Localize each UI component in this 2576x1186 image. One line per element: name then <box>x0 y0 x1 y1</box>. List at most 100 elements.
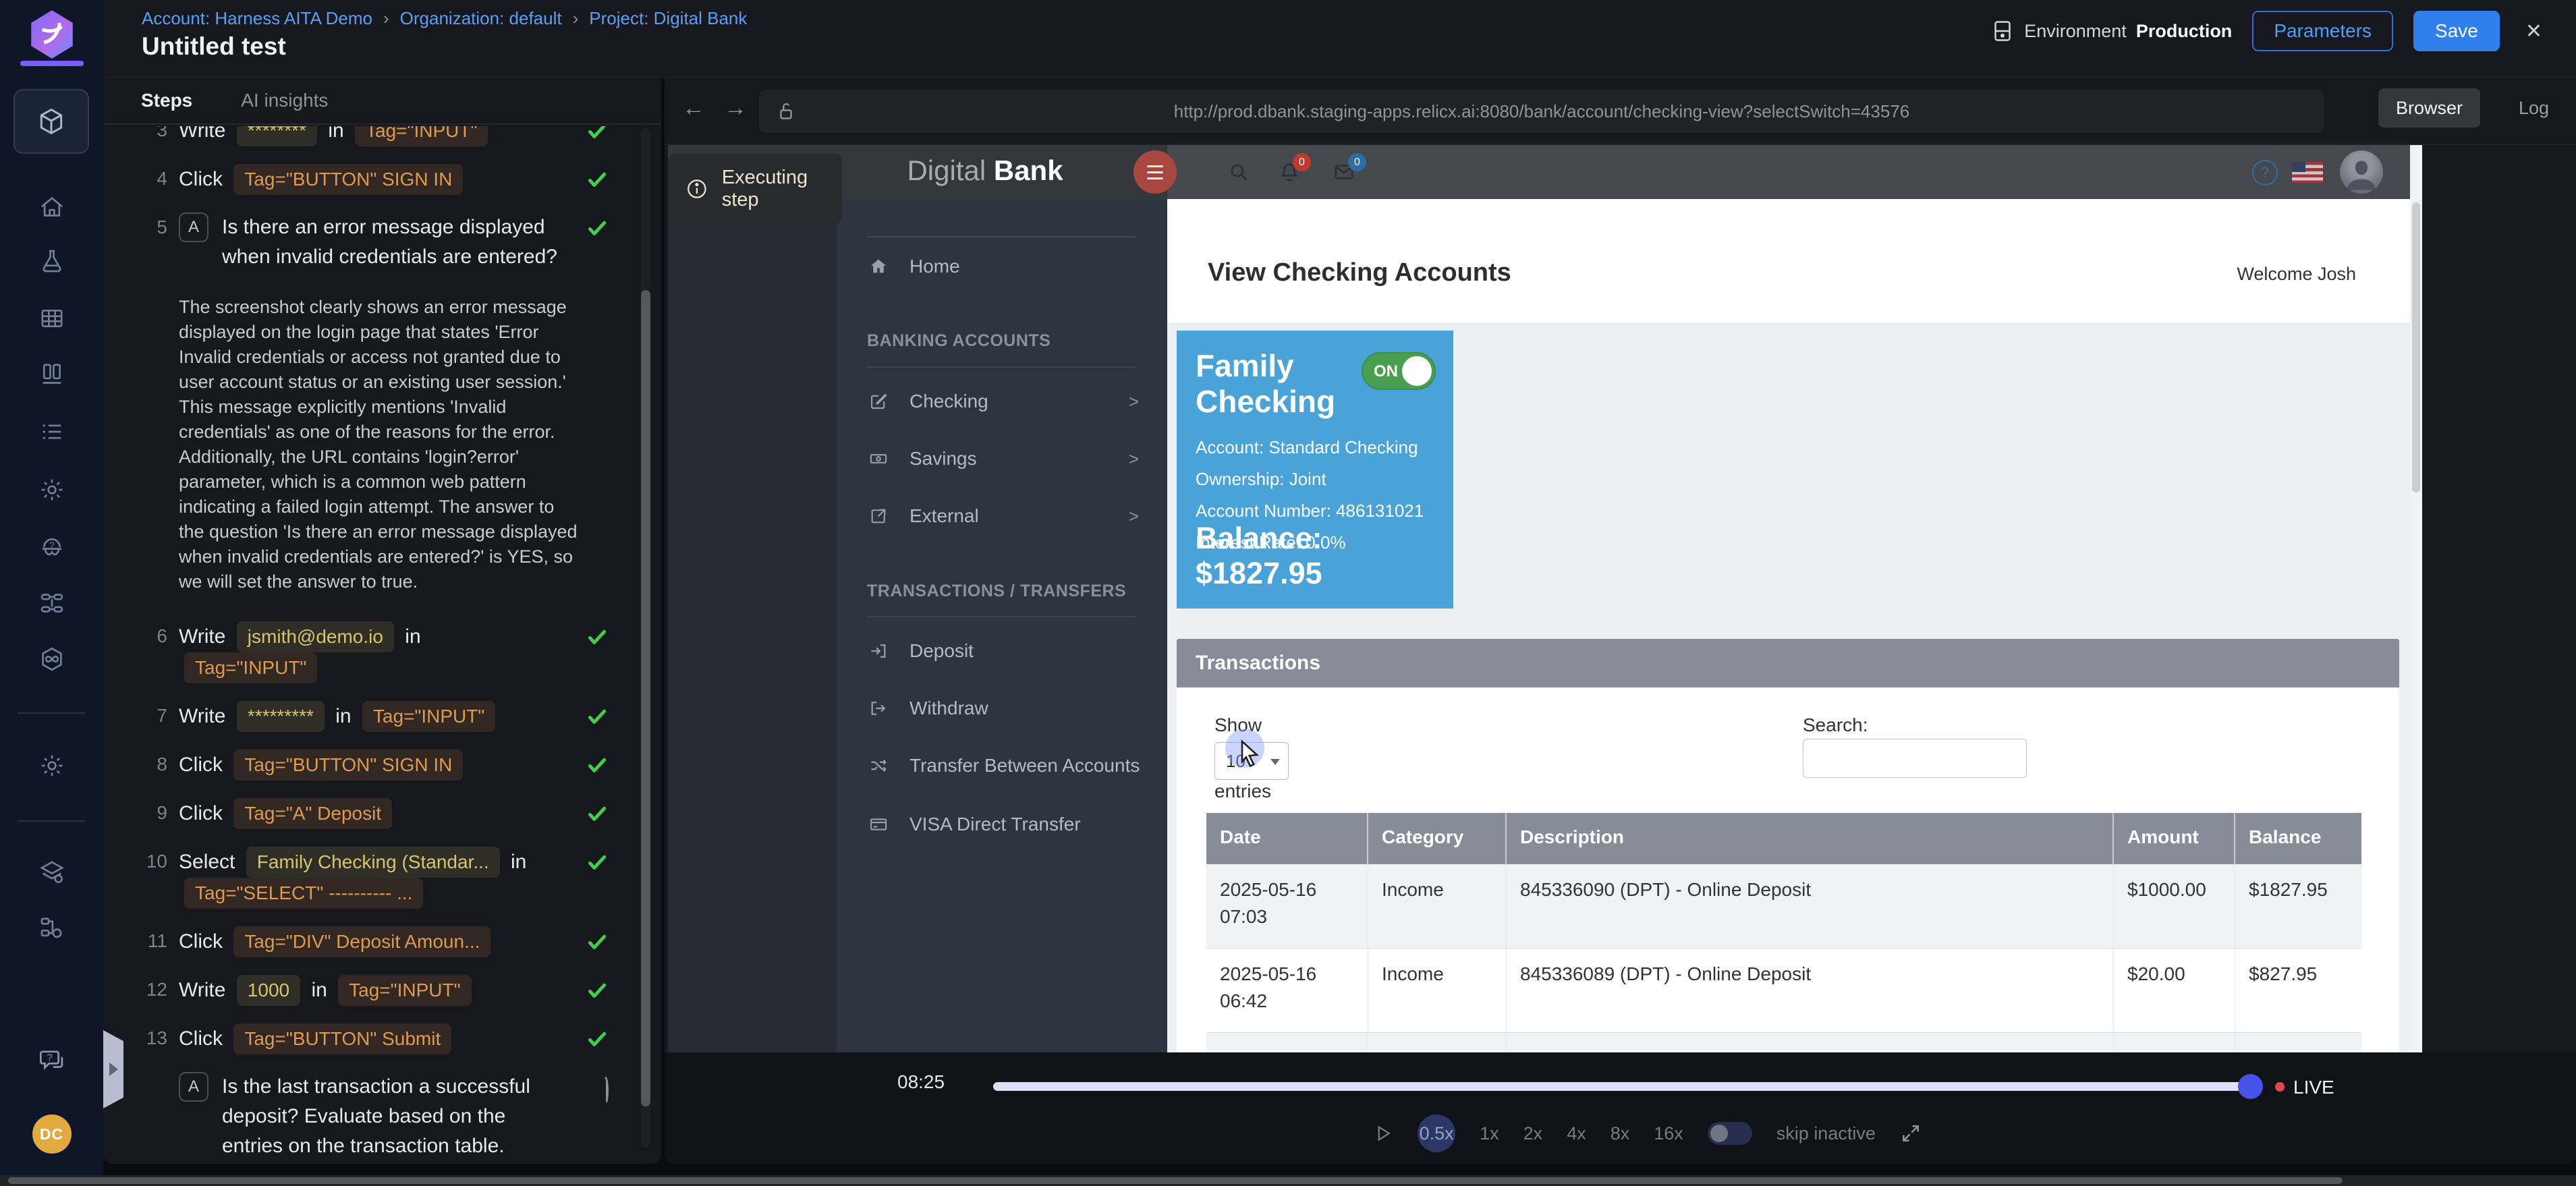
step-row-10[interactable]: 10 Select Family Checking (Standar... in… <box>103 847 661 909</box>
tab-log[interactable]: Log <box>2519 88 2549 128</box>
search-input[interactable] <box>1803 739 2027 778</box>
step-row-6[interactable]: 6 Write jsmith@demo.io in Tag="INPUT" <box>103 621 661 683</box>
step-row-8[interactable]: 8 Click Tag="BUTTON" SIGN IN <box>103 750 661 781</box>
step-value-chip[interactable]: ******** <box>237 126 317 146</box>
step-target-chip[interactable]: Tag="INPUT" <box>355 126 488 146</box>
step-value-chip[interactable]: 1000 <box>237 975 300 1006</box>
step-target-chip[interactable]: Tag="BUTTON" Submit <box>233 1023 451 1054</box>
tab-browser[interactable]: Browser <box>2378 88 2480 128</box>
family-checking-card[interactable]: Family Checking ON Account: Standard Che… <box>1177 331 1453 609</box>
rail-item-table[interactable] <box>0 305 103 332</box>
bank-sidebar-item-deposit[interactable]: Deposit <box>837 632 1167 670</box>
step-target-chip[interactable]: Tag="BUTTON" SIGN IN <box>233 164 463 195</box>
messages-envelope-icon[interactable]: 0 <box>1333 161 1355 183</box>
rail-item-chaos[interactable] <box>0 646 103 673</box>
rail-item-pipelines[interactable] <box>0 590 103 617</box>
panel-collapse-handle[interactable] <box>103 1030 123 1108</box>
save-button[interactable]: Save <box>2413 11 2500 51</box>
harness-logo-icon[interactable] <box>24 7 80 62</box>
step-row-5-assertion[interactable]: 5 A Is there an error message displayed … <box>103 213 661 272</box>
rail-item-incognito[interactable]: ? <box>0 534 103 561</box>
breadcrumb-project[interactable]: Project: Digital Bank <box>589 8 747 29</box>
step-row-3[interactable]: 3 Write ******** in Tag="INPUT" <box>103 126 661 146</box>
language-flag-icon[interactable] <box>2292 162 2323 183</box>
bank-sidebar-item-checking[interactable]: Checking > <box>837 383 1167 420</box>
rail-item-boards[interactable] <box>0 361 103 388</box>
tab-ai-insights[interactable]: AI insights <box>241 90 328 111</box>
breadcrumb-org[interactable]: Organization: default <box>400 8 562 29</box>
col-amount[interactable]: Amount <box>2114 813 2235 864</box>
rail-item-home[interactable] <box>0 194 103 221</box>
step-target-chip[interactable]: Tag="INPUT" <box>184 652 317 683</box>
breadcrumb-account[interactable]: Account: Harness AITA Demo <box>142 8 372 29</box>
bank-sidebar-item-visa[interactable]: VISA Direct Transfer <box>837 806 1167 843</box>
close-icon[interactable]: ✕ <box>2520 20 2548 43</box>
speed-8x[interactable]: 8x <box>1611 1123 1630 1144</box>
rail-item-settings[interactable] <box>0 476 103 503</box>
bank-help-icon[interactable]: ? <box>2252 160 2278 186</box>
speed-2x[interactable]: 2x <box>1523 1123 1543 1144</box>
rail-item-module-active[interactable] <box>13 89 89 154</box>
environment-value[interactable]: Production <box>2136 21 2233 42</box>
step-target-chip[interactable]: Tag="A" Deposit <box>233 798 392 829</box>
fullscreen-expand-icon[interactable] <box>1900 1123 1922 1144</box>
user-avatar[interactable]: DC <box>0 1114 103 1154</box>
table-row[interactable]: 2025-05-1607:03 Income 845336090 (DPT) -… <box>1206 864 2361 949</box>
rail-item-account-settings[interactable] <box>0 752 103 779</box>
steps-scrollbar-thumb[interactable] <box>641 290 650 1106</box>
col-description[interactable]: Description <box>1507 813 2114 864</box>
step-target-chip[interactable]: Tag="DIV" Deposit Amoun... <box>233 926 491 957</box>
step-row-4[interactable]: 4 Click Tag="BUTTON" SIGN IN <box>103 164 661 195</box>
rail-item-project-setup[interactable] <box>0 859 103 886</box>
sidebar-toggle-button[interactable] <box>1133 150 1177 194</box>
table-row[interactable]: 2025-05-1606:42 Income 845336089 (DPT) -… <box>1206 949 2361 1033</box>
step-target-chip[interactable]: Tag="INPUT" <box>338 975 471 1006</box>
steps-list[interactable]: 3 Write ******** in Tag="INPUT" 4 Click … <box>103 126 661 1164</box>
url-text[interactable]: http://prod.dbank.staging-apps.relicx.ai… <box>1174 101 1910 122</box>
step-row-13[interactable]: 13 Click Tag="BUTTON" Submit <box>103 1023 661 1054</box>
account-toggle[interactable]: ON <box>1362 352 1436 390</box>
forward-arrow-icon[interactable]: → <box>724 95 747 121</box>
rail-item-help-chat[interactable]: ? <box>0 1046 103 1075</box>
step-row-9[interactable]: 9 Click Tag="A" Deposit <box>103 798 661 829</box>
skip-inactive-toggle[interactable] <box>1708 1122 1752 1145</box>
viewport-scrollbar[interactable] <box>2410 145 2422 1052</box>
play-icon[interactable] <box>1373 1123 1393 1143</box>
bank-user-avatar[interactable] <box>2340 150 2383 194</box>
rail-item-org-setup[interactable] <box>0 915 103 942</box>
speed-1x[interactable]: 1x <box>1480 1123 1499 1144</box>
url-bar[interactable]: http://prod.dbank.staging-apps.relicx.ai… <box>759 90 2324 133</box>
notifications-bell-icon[interactable]: 0 <box>1279 161 1300 183</box>
page-horizontal-scrollbar[interactable] <box>0 1175 2576 1186</box>
bank-sidebar-item-transfer[interactable]: Transfer Between Accounts <box>837 747 1167 785</box>
player-timeline-track[interactable] <box>993 1082 2250 1091</box>
step-row-11[interactable]: 11 Click Tag="DIV" Deposit Amoun... <box>103 926 661 957</box>
speed-4x[interactable]: 4x <box>1567 1123 1586 1144</box>
bank-sidebar-item-external[interactable]: External > <box>837 497 1167 535</box>
step-value-chip[interactable]: ********* <box>237 701 325 732</box>
bank-sidebar-item-withdraw[interactable]: Withdraw <box>837 689 1167 727</box>
speed-0.5x[interactable]: 0.5x <box>1418 1114 1455 1152</box>
back-arrow-icon[interactable]: ← <box>682 95 705 121</box>
parameters-button[interactable]: Parameters <box>2252 11 2393 51</box>
col-balance[interactable]: Balance <box>2235 813 2361 864</box>
bank-sidebar-item-home[interactable]: Home <box>837 248 1167 285</box>
tab-steps[interactable]: Steps <box>141 90 192 111</box>
search-icon[interactable] <box>1228 161 1250 183</box>
step-target-chip[interactable]: Tag="INPUT" <box>362 701 495 732</box>
step-target-chip[interactable]: Tag="SELECT" ---------- ... <box>184 878 423 909</box>
step-row-14-assertion[interactable]: A Is the last transaction a successful d… <box>103 1072 661 1164</box>
step-row-12[interactable]: 12 Write 1000 in Tag="INPUT" <box>103 975 661 1006</box>
player-timeline-thumb[interactable] <box>2238 1074 2263 1099</box>
bank-brand[interactable]: Digital Bank <box>837 154 1133 187</box>
col-date[interactable]: Date <box>1206 813 1368 864</box>
step-target-chip[interactable]: Tag="BUTTON" SIGN IN <box>233 750 463 781</box>
step-value-chip[interactable]: Family Checking (Standar... <box>246 847 500 878</box>
speed-16x[interactable]: 16x <box>1654 1123 1683 1144</box>
rail-item-list[interactable] <box>0 418 103 445</box>
rail-item-experiments[interactable] <box>0 248 103 275</box>
bank-sidebar-item-savings[interactable]: Savings > <box>837 440 1167 478</box>
col-category[interactable]: Category <box>1368 813 1507 864</box>
step-value-chip[interactable]: jsmith@demo.io <box>237 621 394 652</box>
step-row-7[interactable]: 7 Write ********* in Tag="INPUT" <box>103 701 661 732</box>
